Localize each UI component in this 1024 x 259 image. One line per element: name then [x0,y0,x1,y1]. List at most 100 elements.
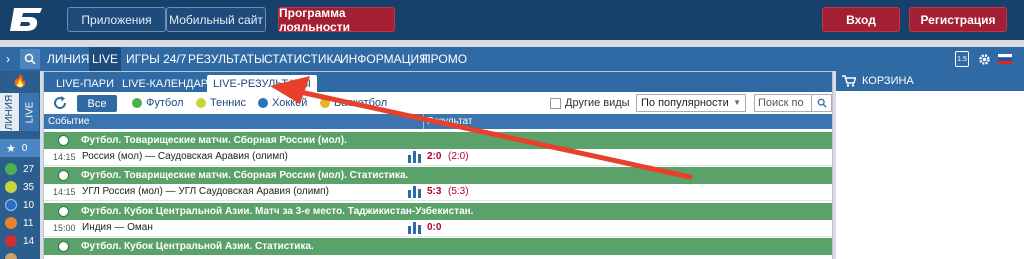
chevron-down-icon: ▼ [733,98,741,107]
football-icon [58,206,69,217]
football-icon [5,163,17,175]
search-button[interactable] [20,49,40,69]
event-period-score: (2:0) [448,151,469,162]
event-score: 5:3 [427,186,442,197]
other-sports-checkbox[interactable]: Другие виды [550,96,630,110]
stats-bars-icon[interactable] [408,222,422,234]
hockey-icon [258,98,268,108]
apps-button[interactable]: Приложения [67,7,166,32]
sidebar-count: 14 [23,235,35,247]
sports-sidebar: 🔥 ЛИНИЯ LIVE ★ 0 27 35 10 11 14 [0,71,40,259]
basketball-icon [320,98,330,108]
russia-flag-icon[interactable] [998,51,1012,67]
sidebar-count: 10 [23,199,35,211]
sidebar-item-table-tennis[interactable]: 14 [0,232,40,250]
sidebar-item-basketball[interactable]: 11 [0,214,40,232]
group-title: Футбол. Товарищеские матчи. Сборная Росс… [81,170,409,181]
group-header[interactable]: Футбол. Товарищеские матчи. Сборная Росс… [44,132,832,149]
event-row[interactable]: 14:15 УГЛ Россия (мол) — УГЛ Саудовская … [44,184,832,201]
nav-line[interactable]: ЛИНИЯ [47,47,89,71]
event-name: Россия (мол) — Саудовская Аравия (олимп) [82,151,288,162]
mobile-site-button[interactable]: Мобильный сайт [166,7,266,32]
event-time: 14:15 [53,187,76,197]
live-results-panel: LIVE-ПАРИ LIVE-КАЛЕНДАРЬ LIVE-РЕЗУЛЬТАТЫ… [43,71,833,259]
sidebar-item-football[interactable]: 27 [0,160,40,178]
checkbox-box [550,97,561,109]
tab-live-calendar[interactable]: LIVE-КАЛЕНДАРЬ [122,75,215,92]
filter-football[interactable]: Футбол [132,96,184,110]
sidebar-tab-line-label: ЛИНИЯ [4,94,16,130]
sidebar-tab-live[interactable]: LIVE [20,93,39,131]
stats-bars-icon[interactable] [408,186,422,198]
sidebar-item-hockey[interactable]: 10 [0,196,40,214]
sidebar-count: 27 [23,163,35,175]
odds-format-badge[interactable]: 1.5 [955,51,969,67]
logo-icon[interactable] [8,4,46,34]
fire-icon[interactable]: 🔥 [0,71,40,91]
group-header[interactable]: Футбол. Кубок Центральной Азии. Матч за … [44,203,832,220]
event-score: 0:0 [427,222,442,233]
filter-hockey[interactable]: Хоккей [258,96,307,110]
event-row[interactable]: 14:15 Россия (мол) — Саудовская Аравия (… [44,149,832,166]
login-button[interactable]: Вход [822,7,900,32]
column-divider [423,114,424,129]
event-time: 14:15 [53,152,76,162]
event-time: 15:00 [53,223,76,233]
sidebar-item-more[interactable] [0,250,40,259]
event-row[interactable] [44,255,832,259]
top-header: Приложения Мобильный сайт Программа лоял… [0,0,1024,40]
football-icon [132,98,142,108]
sidebar-item-tennis[interactable]: 35 [0,178,40,196]
chevron-right-icon[interactable]: › [0,47,16,71]
stats-bars-icon[interactable] [408,151,422,163]
tennis-icon [196,98,206,108]
nav-live[interactable]: LIVE [89,47,122,71]
bet-slip-header: КОРЗИНА [836,71,1024,91]
nav-games[interactable]: ИГРЫ 24/7 [126,47,186,71]
group-title: Футбол. Кубок Центральной Азии. Статисти… [81,241,314,252]
search-placeholder: Поиск по [758,97,804,109]
search-input[interactable]: Поиск по [754,94,832,112]
hockey-icon [5,199,17,211]
search-icon [817,98,827,108]
sort-select[interactable]: По популярности ▼ [636,94,746,112]
event-row[interactable]: 15:00 Индия — Оман 0:0 [44,220,832,237]
live-tabs: LIVE-ПАРИ LIVE-КАЛЕНДАРЬ LIVE-РЕЗУЛЬТАТЫ [44,72,832,92]
gear-icon[interactable] [976,51,992,67]
main-nav: › ЛИНИЯ LIVE ИГРЫ 24/7 РЕЗУЛЬТАТЫ СТАТИС… [0,47,1024,71]
bet-slip-title: КОРЗИНА [862,75,914,87]
group-title: Футбол. Товарищеские матчи. Сборная Росс… [81,135,347,146]
search-submit-button[interactable] [811,95,831,111]
event-period-score: (5:3) [448,186,469,197]
other-sports-label: Другие виды [565,97,630,109]
sidebar-item-favorites[interactable]: ★ 0 [0,139,40,157]
group-header[interactable]: Футбол. Кубок Центральной Азии. Статисти… [44,238,832,255]
filter-all-button[interactable]: Все [77,95,117,112]
sidebar-tab-line[interactable]: ЛИНИЯ [0,93,19,131]
loyalty-program-button[interactable]: Программа лояльности [278,6,395,34]
filter-basketball[interactable]: Баскетбол [320,96,387,110]
nav-promo[interactable]: ПРОМО [422,47,467,71]
filter-label: Баскетбол [334,97,388,109]
group-title: Футбол. Кубок Центральной Азии. Матч за … [81,206,474,217]
sidebar-tabs: ЛИНИЯ LIVE [0,93,40,131]
sidebar-count: 11 [23,217,34,229]
tab-live-pairs[interactable]: LIVE-ПАРИ [56,75,114,92]
filter-bar: Все Футбол Теннис Хоккей Баскетбол Други… [44,92,832,114]
refresh-icon[interactable] [52,95,68,111]
nav-information[interactable]: ИНФОРМАЦИЯ [340,47,428,71]
filter-tennis[interactable]: Теннис [196,96,246,110]
event-score: 2:0 [427,151,442,162]
sort-value: По популярности [641,97,729,109]
register-button[interactable]: Регистрация [909,7,1007,32]
nav-results[interactable]: РЕЗУЛЬТАТЫ [188,47,265,71]
group-header[interactable]: Футбол. Товарищеские матчи. Сборная Росс… [44,167,832,184]
tab-live-results[interactable]: LIVE-РЕЗУЛЬТАТЫ [207,75,317,92]
filter-label: Теннис [210,97,247,109]
sidebar-count: 0 [21,142,28,154]
sidebar-count: 35 [23,181,35,193]
star-icon: ★ [6,142,16,155]
nav-statistics[interactable]: СТАТИСТИКА [264,47,341,71]
sport-ball-icon [5,253,17,259]
cart-icon [842,75,856,87]
